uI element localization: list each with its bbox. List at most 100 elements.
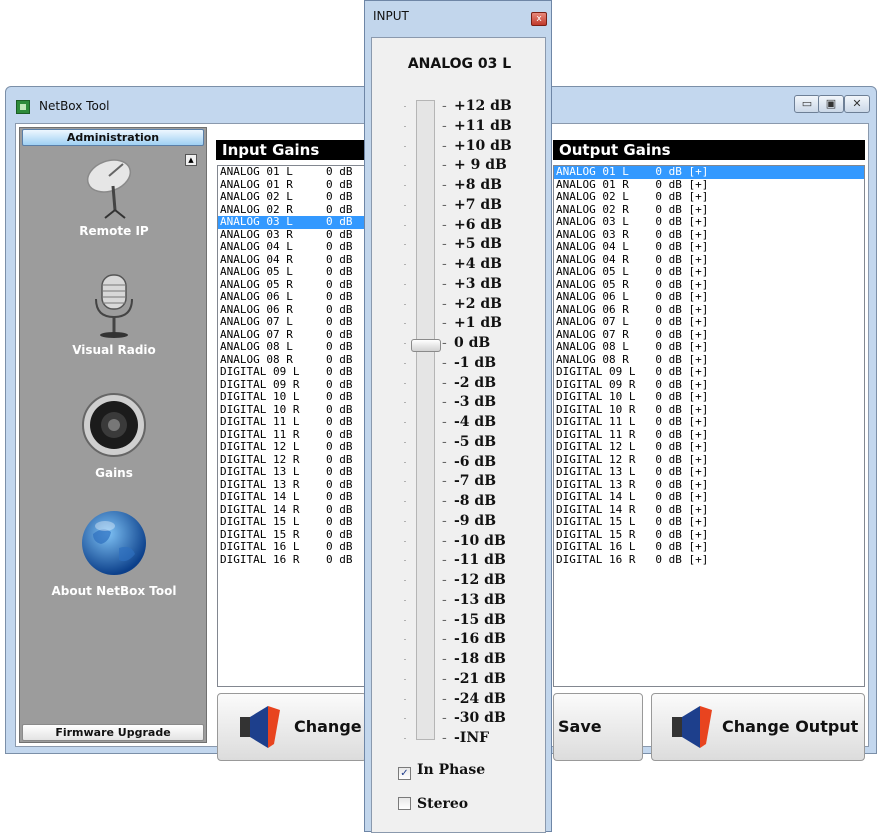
dialog-close-button[interactable]: x [531,12,547,26]
scale-tick [404,659,406,660]
list-item[interactable]: ANALOG 01 L 0 dB [218,166,366,179]
gain-slider-thumb[interactable] [411,339,441,352]
sidebar: Administration ▲ Remote IP Visual Radio … [19,127,207,743]
scale-tick [404,224,406,226]
scale-tick [404,145,406,147]
scale-tick [404,165,406,167]
scale-tick [404,264,406,265]
scale-tick [404,441,406,443]
gain-level-label: - +4 dB [442,256,502,272]
list-item[interactable]: DIGITAL 12 L 0 dB [+] [554,440,864,454]
gain-level-label: - -6 dB [442,453,497,470]
list-item[interactable]: DIGITAL 09 L 0 dB [+] [554,365,864,379]
output-gains-list[interactable]: ANALOG 01 L 0 dB [+] ANALOG 01 R 0 dB [+]… [553,165,865,687]
input-gains-list[interactable]: ANALOG 01 L 0 dB ANALOG 01 R 0 dB ANALOG 0… [217,165,367,687]
list-item[interactable]: ANALOG 08 L 0 dB [+] [554,340,864,354]
scale-tick [404,382,406,384]
dialog-client: ANALOG 03 L - +12 dB - +11 dB - +10 dB - + 9 dB… [371,37,546,833]
list-item[interactable]: DIGITAL 16 L 0 dB [218,540,366,554]
gain-level-label: - +1 dB [442,315,502,332]
list-item[interactable]: ANALOG 04 L 0 dB [218,240,366,254]
scale-tick [404,580,406,581]
scale-tick [404,422,406,423]
input-dialog: INPUT x ANALOG 03 L - +12 dB - +11 dB - +10 d… [364,0,552,833]
change-output-button[interactable]: Change Output [651,693,865,761]
minimize-button[interactable]: ▭ [794,95,820,113]
list-item[interactable]: DIGITAL 10 L 0 dB [218,390,366,404]
list-item[interactable]: ANALOG 03 L 0 dB [218,215,366,229]
list-item[interactable]: DIGITAL 14 L 0 dB [218,490,366,504]
list-item[interactable]: ANALOG 03 L 0 dB [+] [554,215,864,229]
list-item[interactable]: DIGITAL 15 L 0 dB [218,515,366,529]
sidebar-item-label: Visual Radio [72,343,156,357]
gain-level-label: -0 dB [442,335,491,351]
sidebar-item-gains[interactable]: Gains [20,390,208,480]
list-item[interactable]: DIGITAL 16 R 0 dB [+] [554,553,864,567]
scale-tick [404,402,406,404]
scale-tick [404,738,406,739]
input-gains-title: Input Gains [216,140,366,160]
list-item[interactable]: DIGITAL 12 L 0 dB [218,440,366,454]
list-item[interactable]: DIGITAL 10 L 0 dB [+] [554,390,864,404]
maximize-button[interactable]: ▣ [818,95,844,113]
gain-level-label: - +11 dB [442,117,512,134]
scale-tick [404,501,406,502]
list-item[interactable]: ANALOG 06 L 0 dB [+] [554,290,864,304]
gain-level-label: - -15 dB [442,611,506,628]
list-item[interactable]: ANALOG 02 L 0 dB [+] [554,190,864,204]
change-input-button[interactable]: Change [217,693,367,761]
stereo-check-icon [398,797,411,810]
scale-tick [404,481,406,483]
in-phase-label: In Phase [417,762,486,778]
save-button[interactable]: Save [553,693,643,761]
scale-tick [404,323,406,325]
stereo-checkbox[interactable]: Stereo [398,796,468,812]
list-item[interactable]: DIGITAL 11 L 0 dB [+] [554,415,864,429]
gain-level-label: - -8 dB [442,493,497,509]
globe-icon [82,511,146,575]
list-item[interactable]: DIGITAL 16 L 0 dB [+] [554,540,864,554]
scale-tick [404,185,406,186]
list-item[interactable]: ANALOG 07 L 0 dB [+] [554,315,864,329]
list-item[interactable]: ANALOG 05 L 0 dB [+] [554,265,864,279]
list-item[interactable]: ANALOG 08 L 0 dB [218,340,366,354]
stereo-label: Stereo [417,796,469,812]
list-item[interactable]: ANALOG 01 L 0 dB [+] [554,166,864,179]
list-item[interactable]: ANALOG 06 L 0 dB [218,290,366,304]
gain-slider-track[interactable] [416,100,435,740]
list-item[interactable]: DIGITAL 15 L 0 dB [+] [554,515,864,529]
scale-tick [404,204,406,206]
gain-level-label: - -4 dB [442,414,497,430]
firmware-upgrade-button[interactable]: Firmware Upgrade [22,724,204,741]
list-item[interactable]: ANALOG 07 L 0 dB [218,315,366,329]
output-gains-title: Output Gains [553,140,865,160]
scale-tick [404,718,406,720]
gain-level-label: - -24 dB [442,690,506,707]
sidebar-item-about[interactable]: About NetBox Tool [20,508,208,598]
gain-level-label: - -11 dB [442,552,506,569]
scale-tick [404,698,406,700]
gain-level-label: - -5 dB [442,433,497,450]
scale-tick [404,343,406,344]
list-item[interactable]: DIGITAL 09 L 0 dB [218,365,366,379]
list-item[interactable]: ANALOG 04 L 0 dB [+] [554,240,864,254]
in-phase-checkbox[interactable]: ✓ In Phase [398,762,486,780]
sidebar-item-visual-radio[interactable]: Visual Radio [20,271,208,357]
gain-level-label: - -30 dB [442,710,506,727]
list-item[interactable]: DIGITAL 16 R 0 dB [218,553,366,567]
gain-level-label: - +5 dB [442,236,502,253]
list-item[interactable]: ANALOG 02 L 0 dB [218,190,366,204]
close-button[interactable]: ✕ [844,95,870,113]
sidebar-item-remote-ip[interactable]: Remote IP [20,152,208,238]
administration-header[interactable]: Administration [22,129,204,146]
list-item[interactable]: DIGITAL 13 L 0 dB [+] [554,465,864,479]
gain-level-label: - -13 dB [442,591,506,608]
list-item[interactable]: DIGITAL 13 L 0 dB [218,465,366,479]
gain-level-label: - + 9 dB [442,157,507,174]
scale-tick [404,125,406,127]
list-item[interactable]: ANALOG 05 L 0 dB [218,265,366,279]
list-item[interactable]: DIGITAL 14 L 0 dB [+] [554,490,864,504]
list-item[interactable]: DIGITAL 11 L 0 dB [218,415,366,429]
scale-tick [404,283,406,285]
scale-tick [404,106,406,107]
